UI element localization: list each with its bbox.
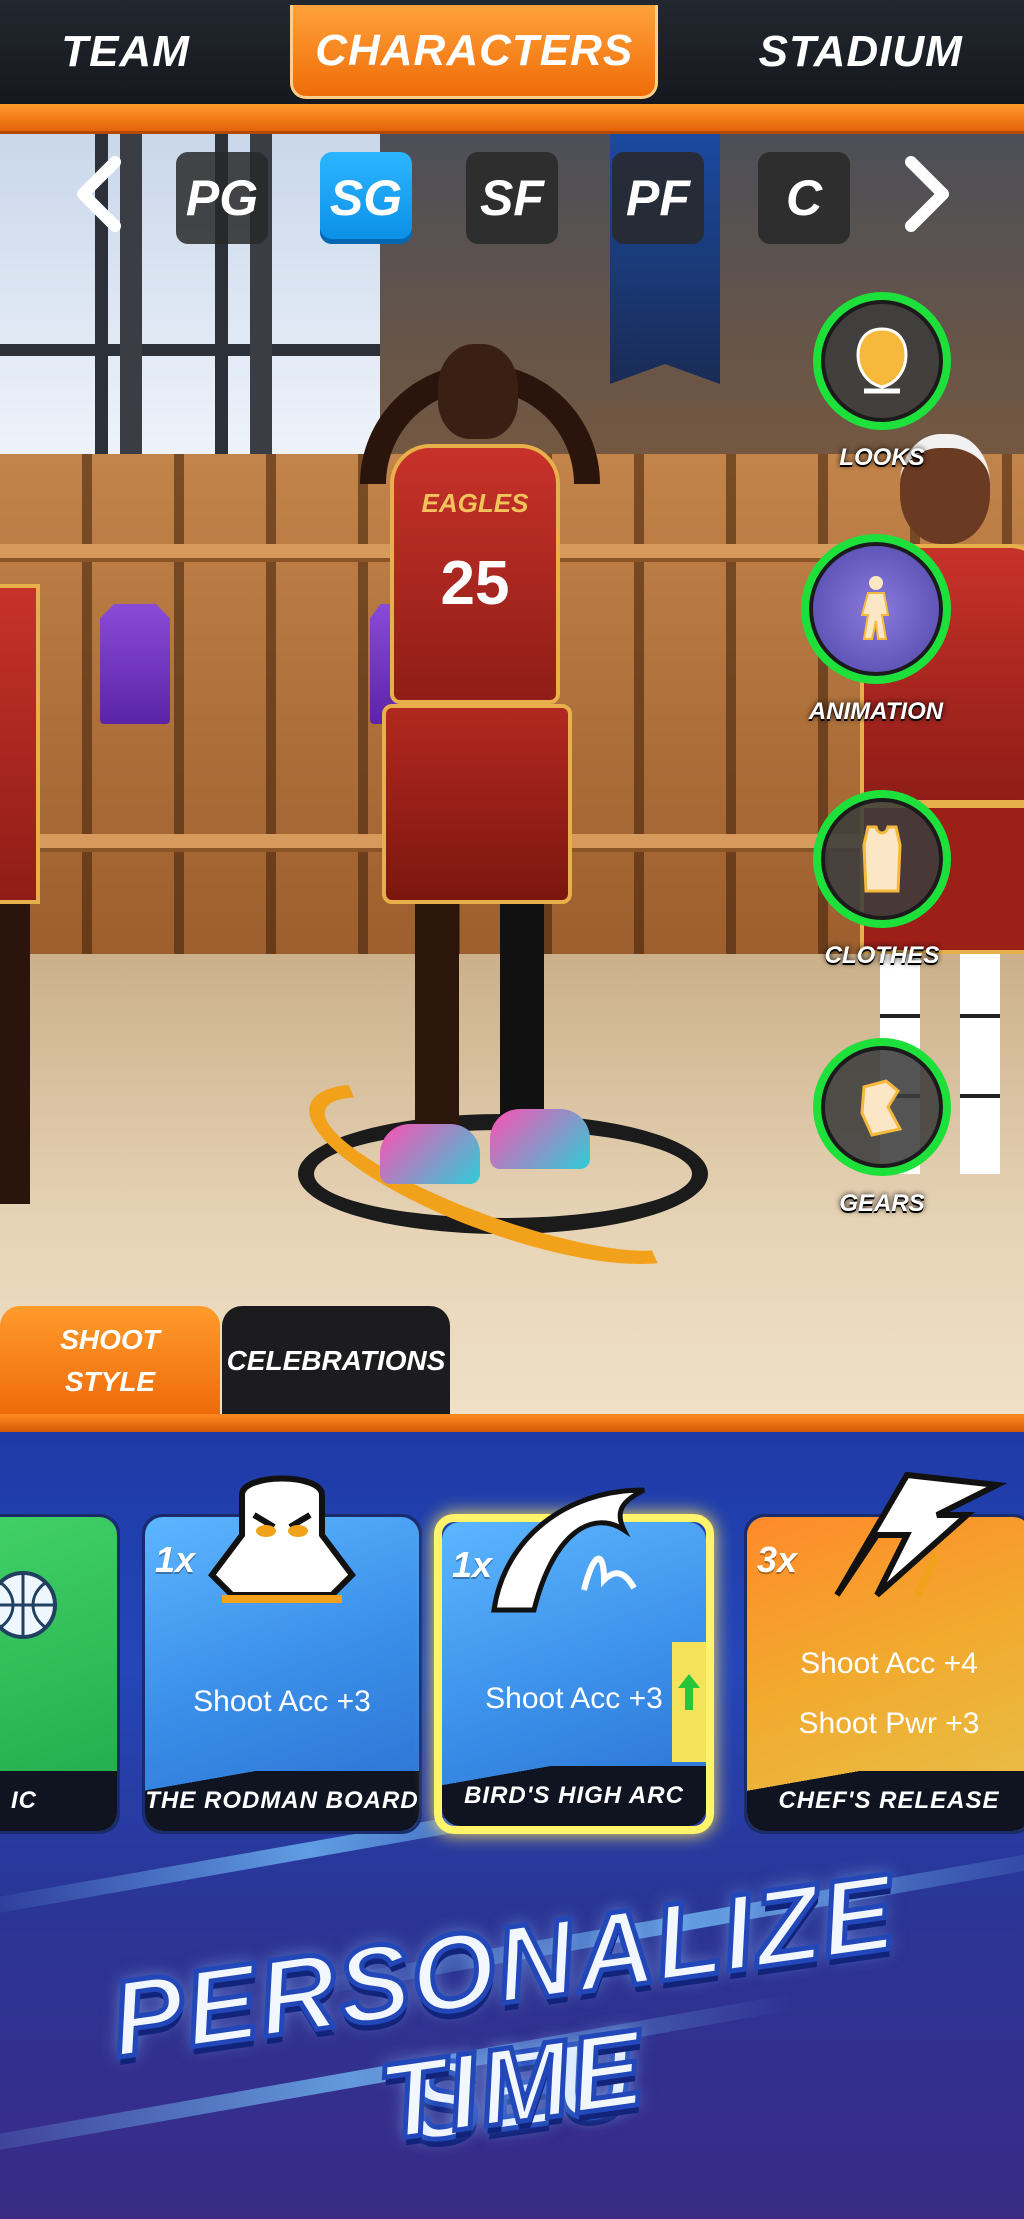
card-stat: Shoot Pwr +3 (798, 1707, 980, 1740)
position-pf[interactable]: PF (612, 152, 704, 244)
gears-ring (813, 1038, 951, 1176)
card-multiplier: 3x (757, 1539, 798, 1580)
selected-player[interactable]: EAGLES 25 (320, 344, 620, 1244)
clothes-label: CLOTHES (824, 942, 940, 969)
gears-label: GEARS (839, 1190, 925, 1217)
tab-shoot-style-line1: SHOOT (60, 1324, 160, 1355)
player-leg (0, 904, 30, 1204)
jersey-number: 25 (440, 549, 510, 618)
position-pg[interactable]: PG (176, 152, 268, 244)
animation-label: ANIMATION (808, 698, 944, 725)
player-body (0, 584, 40, 904)
card-name: IC (0, 1771, 117, 1831)
player-leg (500, 904, 544, 1134)
nav-divider (0, 104, 1024, 134)
next-position-button[interactable] (890, 152, 960, 236)
chevron-right-icon (905, 156, 949, 232)
card-multiplier: 1x (452, 1544, 493, 1585)
tab-shoot-style[interactable]: SHOOT STYLE (0, 1306, 220, 1416)
mascot-icon (208, 1475, 356, 1603)
tab-stadium[interactable]: STADIUM (737, 5, 985, 99)
card-multiplier: 1x (155, 1539, 196, 1580)
animation-ring (801, 534, 951, 684)
arm-sleeve-icon (860, 1079, 903, 1137)
card-name: THE RODMAN BOARD (145, 1771, 419, 1831)
style-card-chefs-release[interactable]: 3x Shoot Acc +4 Shoot Pwr +3 CHEF'S RELE… (744, 1471, 1024, 1834)
card-name: CHEF'S RELEASE (747, 1771, 1024, 1831)
position-c[interactable]: C (758, 152, 850, 244)
player-leg (960, 954, 1000, 1174)
gears-button[interactable]: GEARS (802, 1038, 962, 1218)
chevron-left-icon (77, 156, 121, 232)
side-player-left (0, 464, 60, 1364)
top-nav: TEAM CHARACTERS STADIUM (0, 0, 1024, 104)
style-tabs: SHOOT STYLE CELEBRATIONS (0, 1306, 1024, 1416)
looks-button[interactable]: LOOKS (802, 292, 962, 472)
promo-banner: PERSONALIZE SEU TIME (0, 1848, 1024, 2212)
bird-arc-icon (491, 1487, 646, 1613)
position-sf[interactable]: SF (466, 152, 558, 244)
position-selector: PG SG SF PF C (0, 142, 1024, 246)
prev-position-button[interactable] (66, 152, 136, 236)
panel-divider (0, 1414, 1024, 1432)
player-shorts (382, 704, 572, 904)
jersey-team-name: EAGLES (421, 488, 529, 518)
looks-label: LOOKS (839, 444, 925, 471)
position-sg[interactable]: SG (320, 152, 412, 244)
lightning-icon (834, 1471, 1008, 1598)
head-icon (856, 327, 908, 394)
shoot-style-panel: IC 1x Shoot Acc +3 THE RODMAN BOARD 1x S… (0, 1432, 1024, 2219)
card-stat: Shoot Acc +3 (485, 1682, 663, 1715)
animation-button[interactable]: ANIMATION (796, 534, 956, 726)
tab-team[interactable]: TEAM (39, 5, 212, 99)
player-shoe (490, 1109, 590, 1169)
tab-shoot-style-line2: STYLE (64, 1366, 156, 1397)
hanging-jersey (100, 604, 170, 724)
style-card[interactable]: IC (0, 1514, 120, 1834)
player-jersey: EAGLES 25 (390, 444, 560, 704)
style-card-rodman-board[interactable]: 1x Shoot Acc +3 THE RODMAN BOARD (142, 1475, 422, 1834)
jersey-icon (862, 825, 902, 893)
card-name: BIRD'S HIGH ARC (442, 1766, 706, 1826)
tab-celebrations[interactable]: CELEBRATIONS (222, 1306, 450, 1416)
tab-characters[interactable]: CHARACTERS (290, 5, 659, 99)
clothes-button[interactable]: CLOTHES (802, 790, 962, 970)
player-head (438, 344, 518, 439)
style-card-birds-high-arc[interactable]: 1x Shoot Acc +3 BIRD'S HIGH ARC (434, 1487, 714, 1834)
player-shoe (380, 1124, 480, 1184)
basketball-icon (0, 1571, 57, 1639)
clothes-ring (813, 790, 951, 928)
card-stat: Shoot Acc +3 (193, 1685, 371, 1718)
player-leg (415, 904, 459, 1134)
card-stat: Shoot Acc +4 (800, 1647, 978, 1680)
looks-ring (813, 292, 951, 430)
player-pose-icon (860, 576, 890, 640)
